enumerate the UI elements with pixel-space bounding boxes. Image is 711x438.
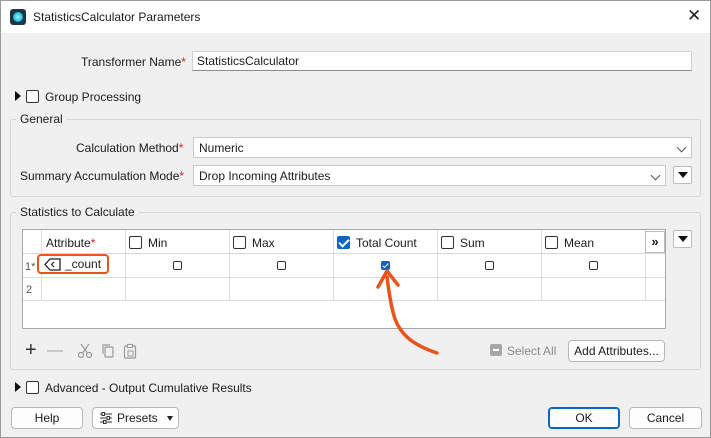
total-count-column-checkbox[interactable] — [337, 236, 350, 249]
summary-mode-select[interactable]: Drop Incoming Attributes — [193, 165, 666, 186]
statistics-menu-button[interactable] — [673, 230, 692, 248]
select-all-label: Select All — [507, 344, 557, 358]
summary-mode-menu-button[interactable] — [673, 166, 692, 184]
calc-method-label: Calculation Method* — [76, 141, 184, 155]
remove-row-icon[interactable]: — — [47, 343, 63, 359]
summary-mode-value: Drop Incoming Attributes — [199, 169, 331, 183]
chevron-down-icon — [676, 142, 687, 153]
min-column-checkbox[interactable] — [129, 236, 142, 249]
paste-icon[interactable] — [122, 343, 138, 359]
annotation-arrow-icon — [376, 269, 439, 355]
window-title: StatisticsCalculator Parameters — [33, 10, 201, 24]
calc-method-value: Numeric — [199, 141, 244, 155]
help-button[interactable]: Help — [11, 407, 83, 429]
row1-attribute-cell[interactable]: _count — [37, 254, 109, 274]
cancel-button[interactable]: Cancel — [629, 407, 702, 429]
row1-min-checkbox[interactable] — [173, 261, 182, 270]
transformer-name-label: Transformer Name* — [81, 55, 186, 69]
presets-button[interactable]: Presets — [92, 407, 179, 429]
row1-max-checkbox[interactable] — [277, 261, 286, 270]
column-header-attribute[interactable]: Attribute* — [46, 236, 95, 250]
mean-column-checkbox[interactable] — [545, 236, 558, 249]
statistics-table: Attribute* Min Max Total Count Sum Mean … — [22, 229, 666, 329]
row1-sum-checkbox[interactable] — [485, 261, 494, 270]
parameters-dialog: StatisticsCalculator Parameters ✕ Transf… — [0, 0, 711, 438]
row1-mean-checkbox[interactable] — [589, 261, 598, 270]
chevron-down-icon — [650, 170, 661, 181]
column-header-mean: Mean — [564, 236, 595, 250]
group-processing-label: Group Processing — [45, 90, 142, 104]
calc-method-select[interactable]: Numeric — [193, 137, 692, 158]
transformer-name-field[interactable]: StatisticsCalculator — [192, 51, 692, 71]
group-processing-checkbox[interactable] — [26, 90, 39, 103]
advanced-checkbox[interactable] — [26, 381, 39, 394]
summary-mode-label: Summary Accumulation Mode* — [20, 169, 185, 183]
row-number: 1* — [25, 261, 36, 273]
presets-label: Presets — [117, 411, 158, 425]
copy-icon[interactable] — [100, 343, 116, 359]
row1-attribute-value: _count — [65, 257, 102, 271]
close-icon[interactable]: ✕ — [687, 7, 701, 25]
add-attributes-button[interactable]: Add Attributes... — [568, 340, 665, 362]
row-number: 2 — [26, 284, 33, 296]
column-header-sum: Sum — [460, 236, 485, 250]
expand-arrow-icon[interactable] — [15, 382, 21, 392]
attribute-tag-icon — [44, 258, 61, 271]
advanced-label: Advanced - Output Cumulative Results — [45, 381, 252, 395]
more-columns-button[interactable]: » — [645, 231, 665, 253]
column-header-min: Min — [148, 236, 168, 250]
add-row-icon[interactable]: + — [25, 340, 37, 360]
statistics-legend: Statistics to Calculate — [16, 205, 139, 219]
cut-icon[interactable] — [77, 343, 93, 359]
select-all-checkbox[interactable] — [490, 344, 502, 356]
app-icon — [10, 9, 26, 25]
column-header-total-count: Total Count — [356, 236, 417, 250]
sum-column-checkbox[interactable] — [441, 236, 454, 249]
sliders-icon — [100, 412, 112, 424]
title-bar: StatisticsCalculator Parameters ✕ — [1, 1, 710, 33]
expand-arrow-icon[interactable] — [15, 91, 21, 101]
column-header-max: Max — [252, 236, 275, 250]
max-column-checkbox[interactable] — [233, 236, 246, 249]
ok-button[interactable]: OK — [548, 407, 620, 429]
general-legend: General — [16, 112, 67, 126]
triangle-down-icon — [167, 416, 173, 421]
